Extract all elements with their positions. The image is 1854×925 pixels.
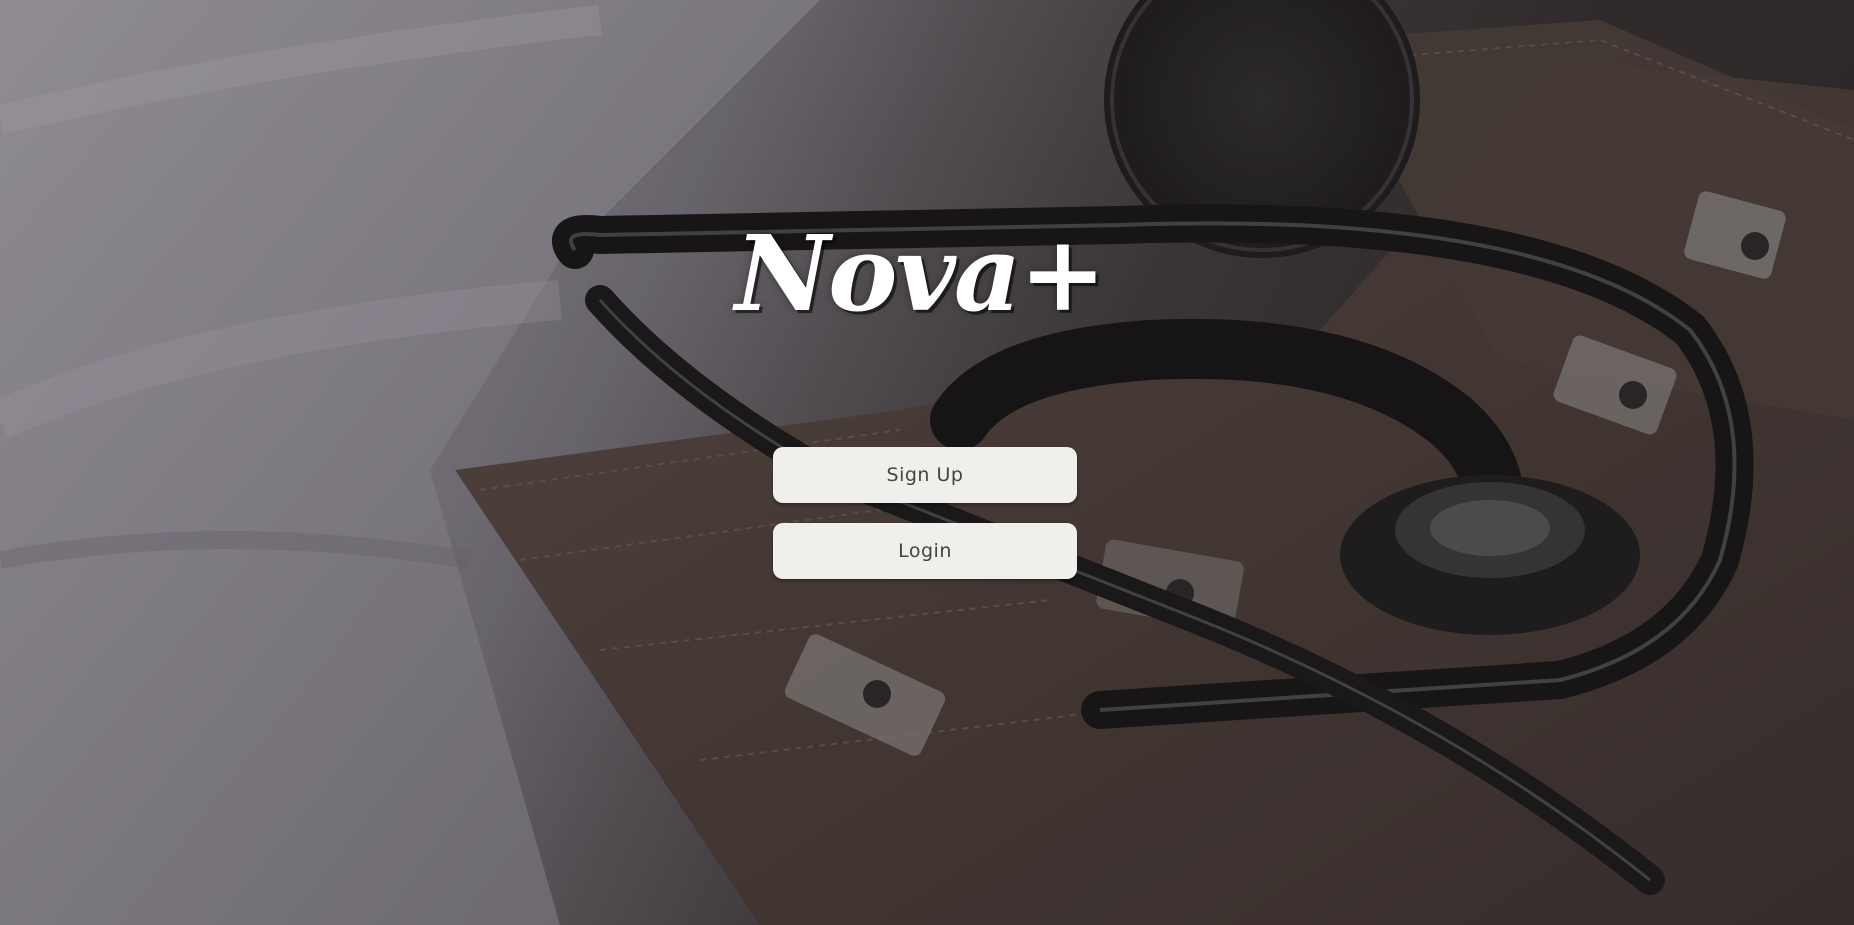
login-button[interactable]: Login bbox=[773, 523, 1077, 579]
app-logo: Nova+ bbox=[735, 212, 1106, 335]
sign-up-button[interactable]: Sign Up bbox=[773, 447, 1077, 503]
